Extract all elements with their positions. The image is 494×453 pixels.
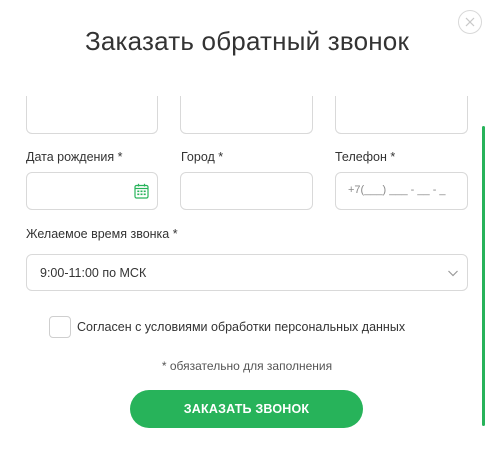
input-field-partial-1[interactable] (26, 96, 158, 134)
calendar-icon[interactable] (134, 183, 149, 199)
scrollbar-thumb[interactable] (482, 126, 485, 426)
dialog-title: Заказать обратный звонок (84, 26, 410, 56)
phone-placeholder: +7(___) ___ - __ - _ (348, 184, 446, 196)
input-field-partial-3[interactable] (335, 96, 468, 134)
consent-label[interactable]: Согласен с условиями обработки персональ… (77, 320, 405, 334)
callback-dialog: Заказать обратный звонок Дата рождения *… (0, 0, 494, 453)
phone-input[interactable]: +7(___) ___ - __ - _ (335, 172, 468, 210)
city-input[interactable] (180, 172, 313, 210)
chevron-down-icon (448, 270, 458, 277)
submit-button[interactable]: ЗАКАЗАТЬ ЗВОНОК (130, 390, 363, 428)
phone-label: Телефон * (335, 150, 396, 164)
city-label: Город * (181, 150, 224, 164)
call-time-select[interactable]: 9:00-11:00 по МСК (26, 254, 468, 291)
call-time-label: Желаемое время звонка * (26, 227, 178, 241)
input-field-partial-2[interactable] (180, 96, 313, 134)
consent-checkbox[interactable] (49, 316, 71, 338)
birth-date-label: Дата рождения * (26, 150, 123, 164)
required-note: * обязательно для заполнения (161, 359, 333, 373)
call-time-selected-value: 9:00-11:00 по МСК (40, 266, 147, 280)
birth-date-input[interactable] (26, 172, 158, 210)
